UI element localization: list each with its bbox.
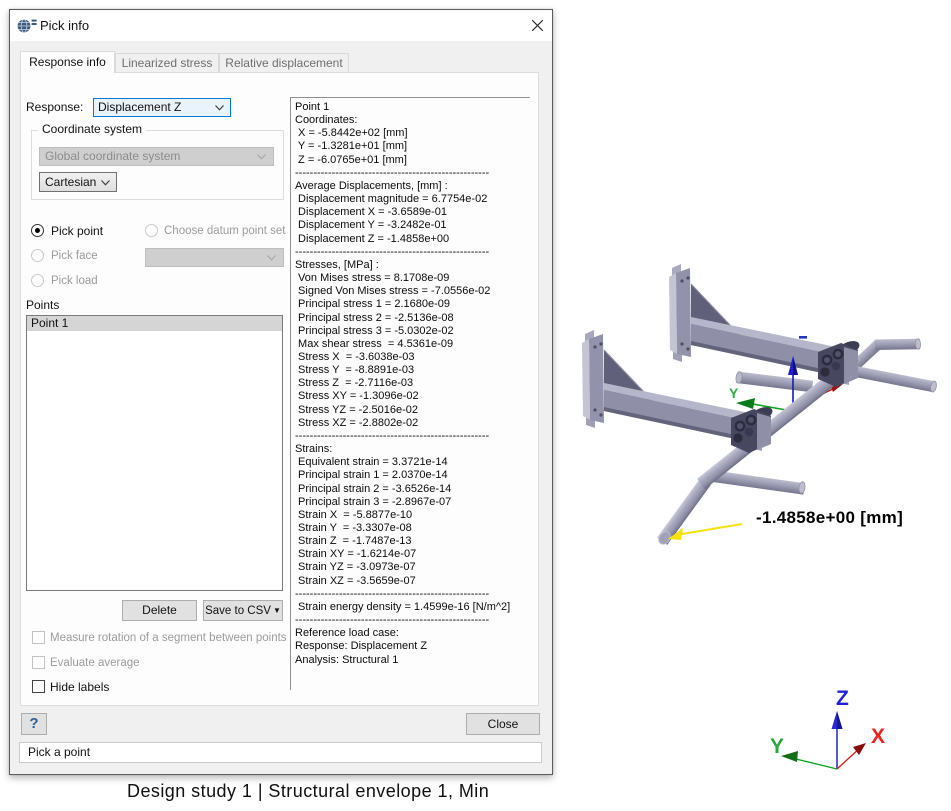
svg-text:X: X xyxy=(871,725,885,748)
svg-text:Y: Y xyxy=(770,735,784,758)
svg-text:Z: Z xyxy=(836,687,849,710)
svg-text:Y: Y xyxy=(729,385,739,401)
svg-text:-1.4858e+00 [mm]: -1.4858e+00 [mm] xyxy=(756,508,903,527)
